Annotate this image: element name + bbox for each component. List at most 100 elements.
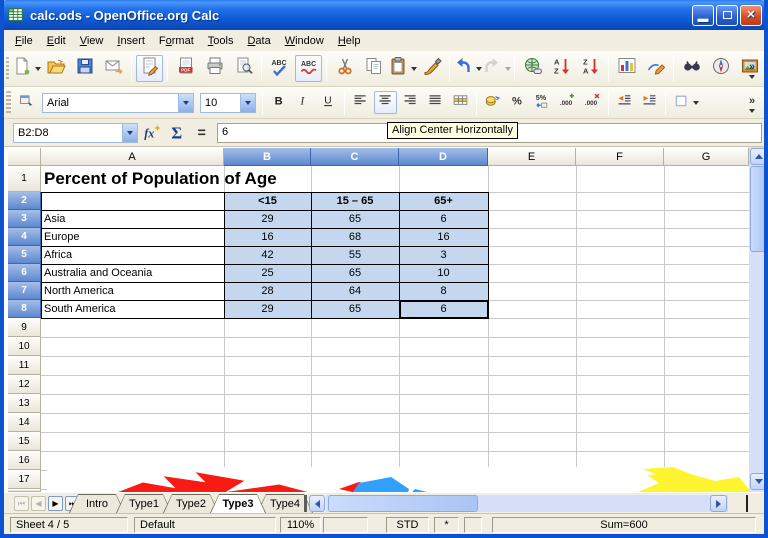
cell-header-65+[interactable]: 65+ [399,192,488,210]
new-document-button[interactable] [13,55,40,82]
minimize-button[interactable]: ▬ [692,5,714,26]
save-button[interactable] [71,55,98,82]
insert-chart-button[interactable] [613,55,640,82]
italic-button[interactable]: I [292,91,315,114]
dropdown-arrow-icon[interactable] [693,101,699,105]
auto-spellcheck-button[interactable]: ABC [295,55,322,82]
first-sheet-button[interactable]: ⏮ [14,496,29,511]
toolbar-drag-handle[interactable] [6,57,9,81]
cell-value[interactable]: 25 [224,264,311,282]
menu-format[interactable]: Format [152,32,201,50]
cell-value[interactable]: 3 [399,246,488,264]
row-header-7[interactable]: 7 [8,282,41,300]
find-replace-button[interactable] [678,55,705,82]
sort-ascending-button[interactable]: AZ [548,55,575,82]
vertical-scroll-thumb[interactable] [750,166,767,252]
copy-button[interactable] [360,55,387,82]
cell-value[interactable]: 65 [311,210,399,228]
row-header-13[interactable]: 13 [8,394,41,413]
sum-button[interactable]: Σ [167,122,189,144]
next-sheet-button[interactable]: ▶ [48,496,63,511]
edit-file-button[interactable] [136,55,163,82]
cell-value[interactable]: 28 [224,282,311,300]
justify-button[interactable] [424,91,447,114]
align-left-button[interactable] [349,91,372,114]
cell-value[interactable]: 16 [224,228,311,246]
vertical-scrollbar[interactable] [749,147,768,492]
scroll-right-button[interactable] [710,495,727,512]
horizontal-scrollbar[interactable] [326,495,728,512]
print-button[interactable] [201,55,228,82]
spellcheck-button[interactable]: ABC [266,55,293,82]
column-header-G[interactable]: G [664,148,749,166]
cut-button[interactable] [331,55,358,82]
previous-sheet-button[interactable]: ◀ [31,496,46,511]
email-button[interactable] [100,55,127,82]
menu-tools[interactable]: Tools [201,32,241,50]
maximize-button[interactable] [716,5,738,26]
row-header-11[interactable]: 11 [8,356,41,375]
row-header-17[interactable]: 17 [8,470,41,489]
number-standard-button[interactable]: 5% [531,91,554,114]
delete-decimal-button[interactable]: .000 [581,91,604,114]
cell-value[interactable]: 29 [224,300,311,318]
scroll-up-button[interactable] [750,148,767,165]
column-header-F[interactable]: F [576,148,664,166]
sort-descending-button[interactable]: ZA [577,55,604,82]
cell-header-<15[interactable]: <15 [224,192,311,210]
merge-cells-button[interactable] [449,91,472,114]
percent-button[interactable]: % [506,91,529,114]
bold-button[interactable]: B [267,91,290,114]
horizontal-scroll-thumb[interactable] [328,495,478,512]
underline-button[interactable]: U [317,91,340,114]
cell-a1-title[interactable]: Percent of Population of Age [44,166,277,192]
cell-value[interactable]: 65 [311,300,399,318]
row-header-5[interactable]: 5 [8,246,41,264]
open-button[interactable] [42,55,69,82]
menu-data[interactable]: Data [240,32,277,50]
toolbar-drag-handle[interactable] [6,91,11,115]
tab-split-handle[interactable] [304,495,307,512]
cell-label-australia-and-oceania[interactable]: Australia and Oceania [44,264,222,282]
row-header-6[interactable]: 6 [8,264,41,282]
row-header-14[interactable]: 14 [8,413,41,432]
cell-value[interactable]: 65 [311,264,399,282]
scroll-down-button[interactable] [750,473,767,490]
page-preview-button[interactable] [230,55,257,82]
cell-label-north-america[interactable]: North America [44,282,222,300]
status-insert-mode[interactable] [323,517,368,533]
status-signature[interactable] [464,517,482,533]
cell-value[interactable]: 16 [399,228,488,246]
dropdown-arrow-icon[interactable] [505,67,511,71]
cell-label-asia[interactable]: Asia [44,210,222,228]
menu-view[interactable]: View [73,32,111,50]
row-header-10[interactable]: 10 [8,337,41,356]
map-pie-chart-object[interactable]: <1515 – 6565+<1515 – 6565+ [47,467,749,492]
hyperlink-button[interactable] [519,55,546,82]
scrollbar-split-handle[interactable] [746,495,748,512]
add-decimal-button[interactable]: .000 [556,91,579,114]
undo-button[interactable] [454,55,481,82]
styles-button[interactable] [15,91,38,114]
cell-value[interactable]: 64 [311,282,399,300]
cell-value[interactable]: 8 [399,282,488,300]
format-paintbrush-button[interactable] [418,55,445,82]
align-right-button[interactable] [399,91,422,114]
menu-edit[interactable]: Edit [40,32,73,50]
close-button[interactable]: ✕ [740,5,762,26]
cell-label-south-america[interactable]: South America [44,300,222,318]
dropdown-arrow-icon[interactable] [35,67,41,71]
cell-value[interactable]: 29 [224,210,311,228]
status-page-style[interactable]: Default [134,517,276,533]
row-header-4[interactable]: 4 [8,228,41,246]
scroll-left-button[interactable] [309,495,325,512]
redo-button[interactable] [483,55,510,82]
font-name-combo[interactable]: Arial [42,93,194,113]
sheet-tab-type3[interactable]: Type3 [210,494,266,513]
borders-button[interactable] [670,91,702,114]
cell-value[interactable]: 6 [399,210,488,228]
cell-value[interactable]: 10 [399,264,488,282]
row-header-12[interactable]: 12 [8,375,41,394]
function-wizard-button[interactable]: fx [142,122,164,144]
column-header-E[interactable]: E [488,148,576,166]
